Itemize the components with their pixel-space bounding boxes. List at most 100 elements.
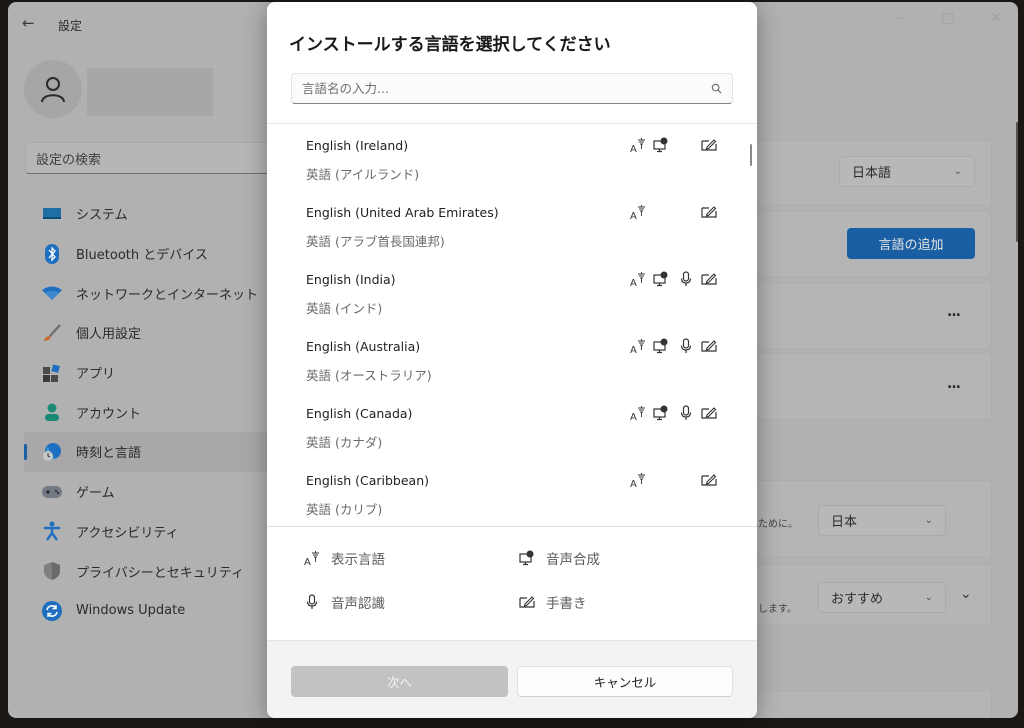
sidebar-item-windows-update[interactable]: Windows Update <box>24 591 269 631</box>
svg-text:A: A <box>630 479 637 488</box>
language-list-item[interactable]: English (India) 英語 (インド) A <box>267 258 757 325</box>
apps-icon <box>42 363 62 383</box>
language-list-item[interactable]: English (United Arab Emirates) 英語 (アラブ首長国… <box>267 191 757 258</box>
text-to-speech-icon <box>652 404 670 422</box>
display-language-icon: A <box>303 549 321 567</box>
regional-format-value: おすすめ <box>831 592 884 607</box>
sidebar-item-label: アカウント <box>76 406 142 422</box>
region-value: 日本 <box>831 515 858 530</box>
handwriting-icon <box>518 593 536 611</box>
search-icon[interactable] <box>711 79 722 98</box>
regional-format-dropdown[interactable]: おすすめ ⌄ <box>818 582 946 613</box>
legend-display-language: A 表示言語 <box>303 548 385 568</box>
handwriting-icon <box>700 471 718 489</box>
profile <box>24 60 213 118</box>
time-language-icon <box>42 442 62 462</box>
display-language-icon: A <box>629 337 647 355</box>
language-name: English (Canada) <box>306 406 413 421</box>
display-language-icon: A <box>629 270 647 288</box>
next-button[interactable]: 次へ <box>291 666 508 697</box>
legend-speech-recognition: 音声認識 <box>303 592 385 612</box>
sidebar-item-bluetooth[interactable]: Bluetooth とデバイス <box>24 234 269 274</box>
more-options-icon[interactable]: ... <box>947 376 961 392</box>
svg-text:A: A <box>630 412 637 421</box>
sidebar-item-label: 時刻と言語 <box>76 446 142 462</box>
sidebar-item-label: 個人用設定 <box>76 327 142 343</box>
language-search-input[interactable] <box>302 81 702 96</box>
language-list-item[interactable]: English (Australia) 英語 (オーストラリア) A <box>267 325 757 392</box>
svg-text:A: A <box>304 557 311 566</box>
language-name: English (United Arab Emirates) <box>306 205 499 220</box>
language-search-field[interactable] <box>291 73 733 104</box>
sidebar-item-label: アクセシビリティ <box>76 525 179 541</box>
content-scrollbar[interactable] <box>1016 122 1018 242</box>
cancel-button[interactable]: キャンセル <box>517 666 733 697</box>
profile-name-placeholder <box>87 68 213 116</box>
display-language-icon: A <box>629 136 647 154</box>
microphone-icon <box>677 337 695 355</box>
microphone-icon <box>677 270 695 288</box>
expand-chevron-icon[interactable]: ⌄ <box>960 586 972 602</box>
account-icon <box>42 402 62 422</box>
language-list-item[interactable]: English (Ireland) 英語 (アイルランド) A <box>267 124 757 191</box>
windows-update-icon <box>42 600 62 621</box>
language-native-name: 英語 (インド) <box>306 301 383 316</box>
sidebar-item-network[interactable]: ネットワークとインターネット <box>24 273 269 313</box>
language-native-name: 英語 (アラブ首長国連邦) <box>306 234 445 249</box>
text-to-speech-icon <box>652 337 670 355</box>
sidebar-item-accounts[interactable]: アカウント <box>24 392 269 432</box>
brush-icon <box>42 323 62 343</box>
avatar[interactable] <box>24 60 82 118</box>
list-scrollbar[interactable] <box>750 144 752 166</box>
language-list-item[interactable]: English (Caribbean) 英語 (カリブ) A <box>267 459 757 526</box>
legend-label: 音声合成 <box>546 552 600 568</box>
sidebar-item-time-language[interactable]: 時刻と言語 <box>24 432 269 472</box>
region-description: ために。 <box>758 519 798 530</box>
sidebar-item-personalization[interactable]: 個人用設定 <box>24 313 269 353</box>
language-native-name: 英語 (カナダ) <box>306 435 383 450</box>
dialog-footer: 次へ キャンセル <box>267 640 757 718</box>
region-dropdown[interactable]: 日本 ⌄ <box>818 505 946 536</box>
language-native-name: 英語 (カリブ) <box>306 502 383 517</box>
language-native-name: 英語 (アイルランド) <box>306 167 420 182</box>
svg-text:A: A <box>630 278 637 287</box>
sidebar-item-privacy[interactable]: プライバシーとセキュリティ <box>24 551 269 591</box>
sidebar-item-label: アプリ <box>76 367 116 383</box>
text-to-speech-icon <box>652 270 670 288</box>
display-language-value: 日本語 <box>852 166 892 181</box>
active-indicator <box>24 444 27 461</box>
svg-text:A: A <box>630 345 637 354</box>
maximize-icon[interactable]: □ <box>938 10 958 26</box>
chevron-down-icon: ⌄ <box>924 592 933 603</box>
handwriting-icon <box>700 203 718 221</box>
legend-label: 手書き <box>546 596 587 612</box>
dialog-title: インストールする言語を選択してください <box>289 35 611 55</box>
language-name: English (Australia) <box>306 339 421 354</box>
close-icon[interactable]: ✕ <box>986 10 1006 26</box>
handwriting-icon <box>700 404 718 422</box>
language-list: English (Ireland) 英語 (アイルランド) A English (Un… <box>267 123 757 527</box>
language-list-item[interactable]: English (Canada) 英語 (カナダ) A <box>267 392 757 459</box>
display-language-icon: A <box>629 471 647 489</box>
language-name: English (India) <box>306 272 396 287</box>
more-options-icon[interactable]: ... <box>947 304 961 320</box>
sidebar-item-label: Windows Update <box>76 603 186 619</box>
legend-label: 表示言語 <box>331 552 385 568</box>
sidebar-item-accessibility[interactable]: アクセシビリティ <box>24 512 269 552</box>
settings-search-input[interactable]: 設定の検索 <box>25 142 275 174</box>
minimize-icon[interactable]: — <box>890 10 910 26</box>
back-arrow-icon[interactable]: ← <box>22 14 35 32</box>
system-icon <box>42 204 62 224</box>
sidebar-item-label: システム <box>76 208 128 224</box>
sidebar-item-gaming[interactable]: ゲーム <box>24 472 269 512</box>
gaming-icon <box>42 482 62 502</box>
sidebar-item-apps[interactable]: アプリ <box>24 353 269 393</box>
sidebar-item-system[interactable]: システム <box>24 194 269 234</box>
add-language-dialog: インストールする言語を選択してください English (Ireland) 英語 … <box>267 2 757 718</box>
sidebar-item-label: ゲーム <box>76 486 115 502</box>
accessibility-icon <box>42 521 62 542</box>
text-to-speech-icon <box>652 136 670 154</box>
add-language-button[interactable]: 言語の追加 <box>847 228 975 259</box>
microphone-icon <box>303 593 321 611</box>
display-language-dropdown[interactable]: 日本語 ⌄ <box>839 156 975 187</box>
